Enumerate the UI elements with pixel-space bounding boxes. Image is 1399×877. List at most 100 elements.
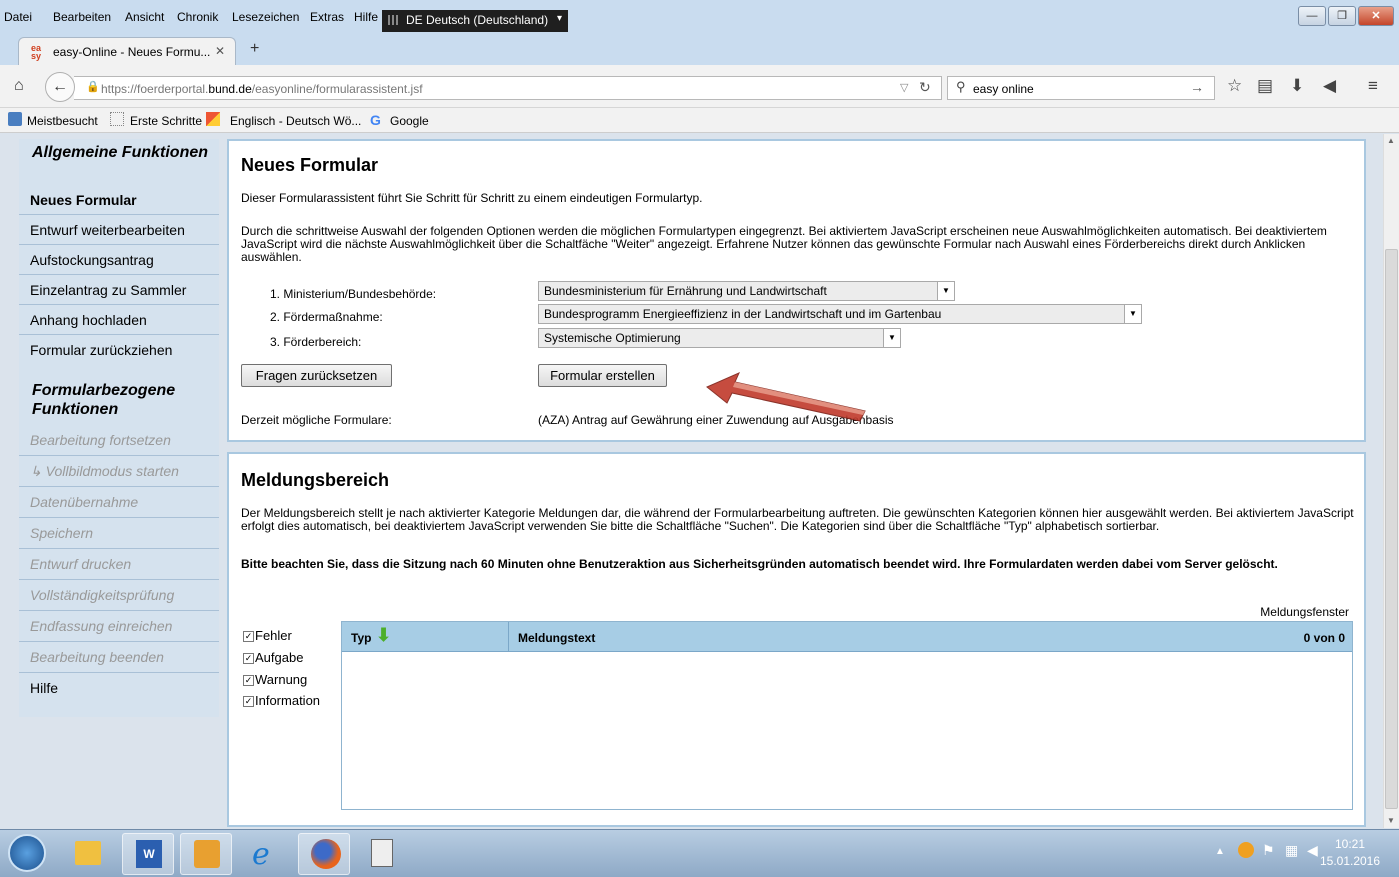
scroll-up-icon[interactable]: ▲ xyxy=(1387,136,1395,145)
form-assistant-panel: Neues Formular Dieser Formularassistent … xyxy=(227,139,1366,442)
select-ministerium-value: Bundesministerium für Ernährung und Land… xyxy=(544,284,827,298)
tray-expand-icon[interactable]: ▲ xyxy=(1215,846,1225,857)
page-icon xyxy=(110,112,124,126)
menu-extras[interactable]: Extras xyxy=(310,10,344,24)
category-aufgabe-label: Aufgabe xyxy=(255,650,304,665)
chevron-down-icon: ▼ xyxy=(883,329,900,347)
search-input[interactable]: easy online xyxy=(973,82,1034,96)
menu-chronik[interactable]: Chronik xyxy=(177,10,218,24)
page-scrollbar[interactable]: ▲ ▼ xyxy=(1383,134,1399,828)
category-warnung[interactable]: ✓ Warnung xyxy=(243,672,307,687)
maximize-button[interactable]: ❐ xyxy=(1328,6,1356,26)
menu-bearbeiten[interactable]: Bearbeiten xyxy=(53,10,111,24)
select-ministerium[interactable]: Bundesministerium für Ernährung und Land… xyxy=(538,281,955,301)
taskbar-calculator[interactable] xyxy=(356,833,408,875)
outlook-icon xyxy=(194,840,220,868)
minimize-button[interactable]: — xyxy=(1298,6,1326,26)
sidebar-item-aufstockungsantrag[interactable]: Aufstockungsantrag xyxy=(19,245,219,275)
column-message-header: Meldungstext xyxy=(518,631,596,645)
bookmark-star-icon[interactable]: ☆ xyxy=(1227,76,1242,96)
sort-down-arrow-icon[interactable]: ⬇ xyxy=(376,625,391,646)
category-fehler[interactable]: ✓ Fehler xyxy=(243,628,292,643)
download-icon[interactable]: ⬇ xyxy=(1290,76,1304,96)
scroll-down-icon[interactable]: ▼ xyxy=(1387,816,1395,825)
sidebar-item-formular-zurueckziehen[interactable]: Formular zurückziehen xyxy=(19,335,219,365)
browser-tab[interactable]: ea sy easy-Online - Neues Formu... ✕ xyxy=(18,37,236,65)
sidebar-item-bearbeitung-beenden: Bearbeitung beenden xyxy=(19,642,219,673)
sidebar-item-bearbeitung-fortsetzen: Bearbeitung fortsetzen xyxy=(19,425,219,456)
sidebar: Allgemeine Funktionen Neues Formular Ent… xyxy=(19,139,219,717)
new-tab-button[interactable]: + xyxy=(250,40,259,58)
scrollbar-thumb[interactable] xyxy=(1385,249,1398,809)
category-information-label: Information xyxy=(255,693,321,708)
sidebar-item-entwurf-weiterbearbeiten[interactable]: Entwurf weiterbearbeiten xyxy=(19,215,219,245)
tray-flag-icon[interactable]: ⚑ xyxy=(1262,842,1275,859)
pocket-icon[interactable]: ◀ xyxy=(1323,76,1336,96)
select-foerderbereich-value: Systemische Optimierung xyxy=(544,331,681,345)
language-indicator[interactable]: DE Deutsch (Deutschland) ▾ xyxy=(382,10,568,32)
checkbox-checked-icon[interactable]: ✓ xyxy=(243,653,254,665)
sidebar-item-datenuebernahme: Datenübernahme xyxy=(19,487,219,518)
google-icon: G xyxy=(370,112,381,128)
url-bar[interactable]: 🔒 https://foerderportal.bund.de/easyonli… xyxy=(74,76,942,100)
bookmark-meistbesucht[interactable]: Meistbesucht xyxy=(27,114,98,128)
menu-datei[interactable]: Datei xyxy=(4,10,32,24)
select-foerdermassnahme[interactable]: Bundesprogramm Energieeffizienz in der L… xyxy=(538,304,1142,324)
select-foerderbereich[interactable]: Systemische Optimierung ▼ xyxy=(538,328,901,348)
checkbox-checked-icon[interactable]: ✓ xyxy=(243,631,254,643)
dictionary-icon xyxy=(206,112,220,126)
reading-list-icon[interactable]: ▤ xyxy=(1257,76,1273,96)
home-icon[interactable]: ⌂ xyxy=(14,77,24,95)
taskbar-ie[interactable]: e xyxy=(240,833,292,875)
search-go-icon[interactable]: → xyxy=(1190,79,1204,95)
search-icon: ⚲ xyxy=(956,79,966,94)
category-aufgabe[interactable]: ✓ Aufgabe xyxy=(243,650,303,665)
system-clock[interactable]: 10:21 15.01.2016 xyxy=(1310,836,1390,870)
taskbar-firefox[interactable] xyxy=(298,833,350,875)
label-foerderbereich: 3. Förderbereich: xyxy=(270,335,362,349)
sidebar-item-einzelantrag[interactable]: Einzelantrag zu Sammler xyxy=(19,275,219,305)
checkbox-checked-icon[interactable]: ✓ xyxy=(243,696,254,708)
tray-app-icon[interactable] xyxy=(1238,842,1254,858)
messages-table: Typ ⬇ Meldungstext 0 von 0 xyxy=(341,621,1353,810)
taskbar-word[interactable]: W xyxy=(122,833,174,875)
category-information[interactable]: ✓ Information xyxy=(243,693,320,708)
bookmark-google[interactable]: Google xyxy=(390,114,429,128)
internet-explorer-icon: e xyxy=(252,837,270,872)
bookmark-erste-schritte[interactable]: Erste Schritte xyxy=(130,114,202,128)
start-button[interactable] xyxy=(8,834,46,872)
menu-hamburger-icon[interactable]: ≡ xyxy=(1368,76,1378,96)
close-tab-icon[interactable]: ✕ xyxy=(215,44,225,58)
chevron-down-icon: ▾ xyxy=(556,13,562,24)
network-icon[interactable]: ▦ xyxy=(1285,842,1298,859)
sidebar-item-neues-formular[interactable]: Neues Formular xyxy=(19,185,219,215)
search-bar[interactable]: ⚲ easy online → xyxy=(947,76,1215,100)
form-description: Durch die schrittweise Auswahl der folge… xyxy=(241,224,1327,264)
label-foerdermassnahme: 2. Fördermaßnahme: xyxy=(270,310,383,324)
taskbar-explorer[interactable] xyxy=(62,833,114,875)
bookmark-dictionary[interactable]: Englisch - Deutsch Wö... xyxy=(230,114,361,128)
column-type-header[interactable]: Typ xyxy=(351,631,371,645)
calculator-icon xyxy=(371,839,393,867)
menu-hilfe[interactable]: Hilfe xyxy=(354,10,378,24)
reset-questions-button[interactable]: Fragen zurücksetzen xyxy=(241,364,392,387)
form-intro: Dieser Formularassistent führt Sie Schri… xyxy=(241,191,703,205)
sidebar-item-vollstaendigkeitspruefung: Vollständigkeitsprüfung xyxy=(19,580,219,611)
word-icon: W xyxy=(136,840,162,868)
close-window-button[interactable]: ✕ xyxy=(1358,6,1394,26)
lock-icon: 🔒 xyxy=(86,81,100,93)
sidebar-item-anhang-hochladen[interactable]: Anhang hochladen xyxy=(19,305,219,335)
grip-icon xyxy=(388,15,398,25)
menu-ansicht[interactable]: Ansicht xyxy=(125,10,164,24)
menu-lesezeichen[interactable]: Lesezeichen xyxy=(232,10,299,24)
reload-icon[interactable]: ↻ xyxy=(919,79,931,96)
url-dropdown-icon[interactable]: ▽ xyxy=(900,81,908,94)
tab-title: easy-Online - Neues Formu... xyxy=(53,45,211,59)
sidebar-item-hilfe[interactable]: Hilfe xyxy=(19,673,219,704)
sidebar-heading-general: Allgemeine Funktionen xyxy=(32,144,209,161)
checkbox-checked-icon[interactable]: ✓ xyxy=(243,675,254,687)
back-button[interactable]: ← xyxy=(45,72,75,102)
tab-bar: ea sy easy-Online - Neues Formu... ✕ + xyxy=(0,35,1399,65)
create-form-button[interactable]: Formular erstellen xyxy=(538,364,667,387)
taskbar-outlook[interactable] xyxy=(180,833,232,875)
